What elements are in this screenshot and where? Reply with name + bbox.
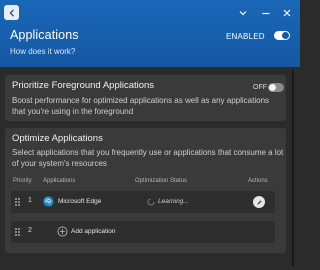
plus-icon[interactable] — [57, 226, 68, 237]
pencil-icon — [256, 199, 262, 205]
foreground-toggle[interactable] — [268, 83, 284, 92]
column-applications: Applications — [43, 178, 76, 184]
row-priority: 2 — [28, 227, 32, 234]
optimize-description: Select applications that you frequently … — [12, 148, 284, 168]
close-icon[interactable] — [282, 8, 292, 18]
back-button[interactable] — [4, 5, 19, 20]
loading-spinner-icon — [147, 198, 155, 206]
edit-button[interactable] — [253, 196, 265, 208]
toggle-knob — [269, 84, 276, 91]
app-name: Microsoft Edge — [58, 198, 102, 205]
drag-handle-icon[interactable] — [15, 198, 20, 206]
page-title: Applications — [10, 28, 79, 42]
optimization-status: Learning... — [158, 198, 189, 205]
scrollbar-thumb[interactable] — [292, 70, 294, 266]
edge-icon — [43, 196, 54, 207]
row-priority: 1 — [28, 197, 32, 204]
foreground-description: Boost performance for optimized applicat… — [12, 96, 270, 116]
drag-handle-icon — [15, 228, 20, 236]
foreground-panel: Prioritize Foreground Applications OFF B… — [5, 75, 286, 121]
how-it-works-link[interactable]: How does it work? — [10, 47, 75, 56]
minimize-icon[interactable] — [261, 8, 271, 18]
enabled-label: ENABLED — [226, 32, 265, 41]
scrollbar[interactable] — [290, 67, 296, 270]
add-application-row[interactable]: 2 Add application — [11, 221, 275, 243]
foreground-toggle-label: OFF — [253, 84, 267, 91]
toggle-knob — [282, 32, 289, 39]
enabled-toggle[interactable] — [274, 31, 290, 40]
column-status: Optimization Status — [135, 178, 188, 184]
column-actions: Actions — [248, 178, 268, 184]
chevron-left-icon — [8, 9, 14, 16]
app-header: Applications How does it work? ENABLED — [0, 0, 300, 67]
column-priority: Priority — [13, 178, 32, 184]
foreground-title: Prioritize Foreground Applications — [12, 80, 155, 91]
add-application-button[interactable]: Add application — [71, 228, 115, 235]
table-row[interactable]: 1 Microsoft Edge Learning... — [11, 191, 275, 213]
chevron-down-icon[interactable] — [238, 8, 248, 18]
optimize-title: Optimize Applications — [12, 133, 103, 144]
